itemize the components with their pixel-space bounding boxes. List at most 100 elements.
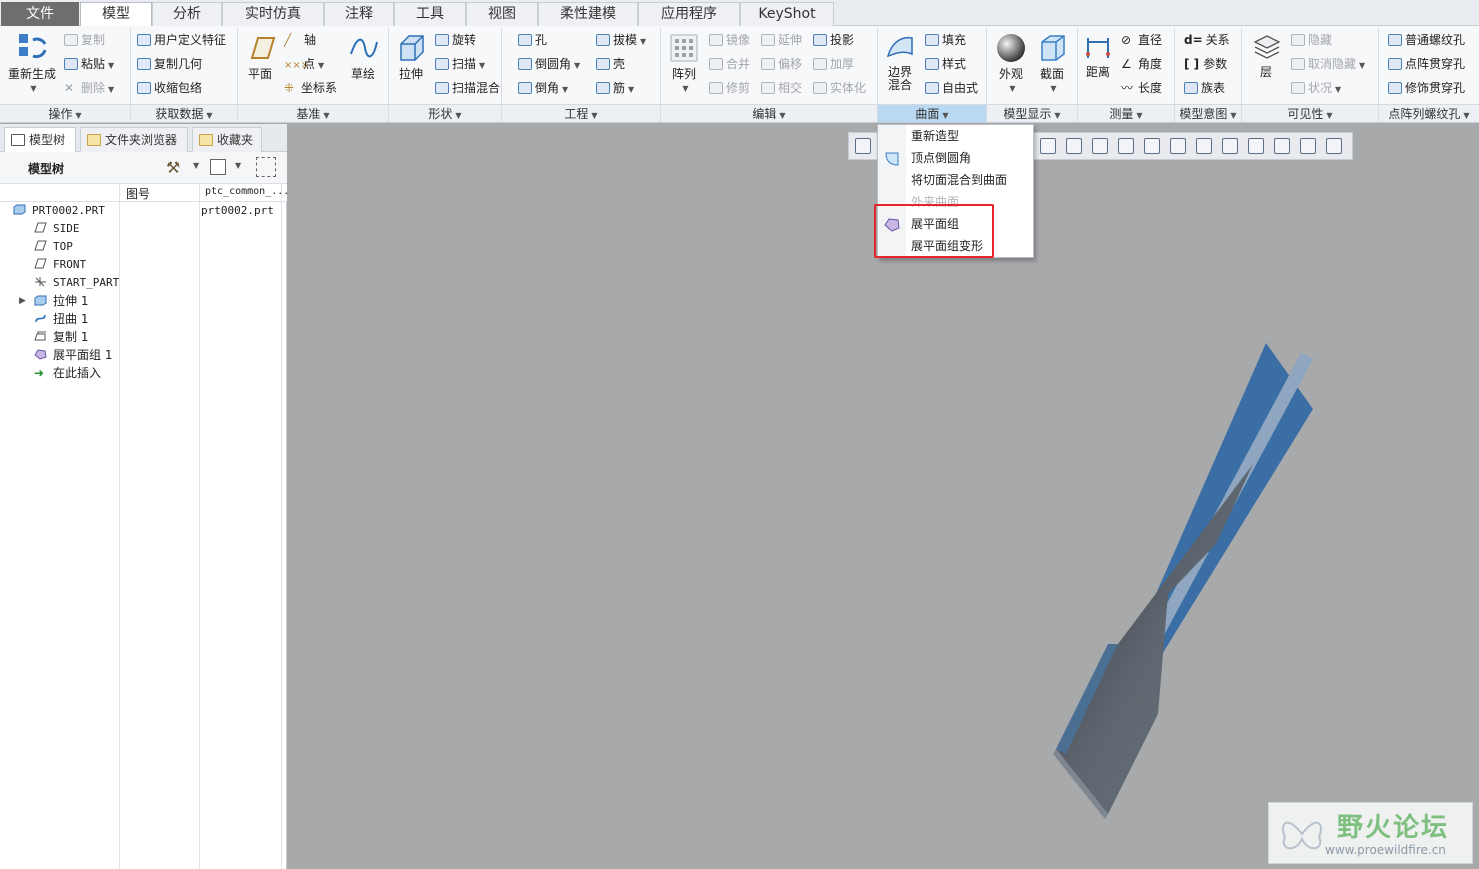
show-dropdown-icon[interactable]: ▼ — [235, 161, 241, 170]
tab-applications[interactable]: 应用程序 — [638, 2, 740, 26]
boundary-blend-button[interactable]: 边界 混合 — [880, 32, 920, 92]
diameter-button[interactable]: ⊘ 直径 — [1121, 31, 1162, 49]
group-label-model-display[interactable]: 模型显示 ▼ — [987, 104, 1077, 122]
shell-button[interactable]: 壳 — [596, 55, 625, 73]
intersect-button[interactable]: 相交 — [761, 79, 802, 97]
menu-item-vertex-round[interactable]: 顶点倒圆角 — [911, 147, 971, 169]
tab-folder-browser[interactable]: 文件夹浏览器 — [80, 127, 188, 152]
refit-icon[interactable] — [855, 138, 871, 154]
appearance-button[interactable]: 外观 ▼ — [992, 32, 1030, 95]
tree-item-flatten-quilt[interactable]: 展平面组 1 — [34, 346, 112, 364]
column-header-ptc-common[interactable]: ptc_common_... — [205, 186, 289, 197]
tree-item-top[interactable]: TOP — [34, 238, 73, 256]
tab-keyshot[interactable]: KeyShot — [740, 2, 834, 26]
paste-button[interactable]: 粘贴 ▼ — [64, 55, 114, 73]
draft-button[interactable]: 拔模 ▼ — [596, 31, 646, 49]
plane-button[interactable]: 平面 — [241, 32, 279, 81]
menu-item-blend-tangent[interactable]: 将切面混合到曲面 — [911, 169, 1007, 191]
hole-button[interactable]: 孔 — [518, 31, 547, 49]
thicken-button[interactable]: 加厚 — [813, 55, 854, 73]
tab-model[interactable]: 模型 — [80, 2, 152, 27]
group-label-surfaces[interactable]: 曲面 ▼ — [878, 104, 986, 122]
show-list-icon[interactable] — [210, 159, 226, 175]
swept-blend-button[interactable]: 扫描混合 — [435, 79, 500, 97]
hide-button[interactable]: 隐藏 — [1291, 31, 1332, 49]
view-manager-icon[interactable] — [1092, 138, 1108, 154]
trim-button[interactable]: 修剪 — [709, 79, 750, 97]
tree-item-side[interactable]: SIDE — [34, 220, 80, 238]
settings-dropdown-icon[interactable]: ▼ — [193, 161, 199, 170]
tab-tools[interactable]: 工具 — [394, 2, 466, 26]
regenerate-button[interactable]: 重新生成▼ — [5, 30, 59, 95]
angle-button[interactable]: ∠ 角度 — [1121, 55, 1162, 73]
tab-flexible-modeling[interactable]: 柔性建模 — [538, 2, 638, 26]
tree-item-insert-here[interactable]: ➜ 在此插入 — [34, 364, 101, 382]
merge-button[interactable]: 合并 — [709, 55, 750, 73]
tree-filter-icon[interactable] — [256, 157, 276, 177]
parameters-button[interactable]: [ ] 参数 — [1184, 55, 1227, 73]
length-button[interactable]: 〰长度 — [1121, 79, 1162, 97]
point-display-icon[interactable] — [1196, 138, 1212, 154]
pattern-button[interactable]: 阵列 ▼ — [664, 32, 704, 95]
tree-item-copy[interactable]: 复制 1 — [34, 328, 88, 346]
sweep-button[interactable]: 扫描 ▼ — [435, 55, 485, 73]
sketch-button[interactable]: 草绘 — [344, 32, 382, 81]
annotation-toggle-icon[interactable] — [1326, 138, 1342, 154]
status-button[interactable]: 状况 ▼ — [1291, 79, 1341, 97]
tab-live-simulation[interactable]: 实时仿真 — [222, 2, 324, 26]
shrinkwrap-button[interactable]: 收缩包络 — [137, 79, 202, 97]
project-button[interactable]: 投影 — [813, 31, 854, 49]
group-label-thread[interactable]: 点阵列螺纹孔 ▼ — [1379, 104, 1479, 122]
plane-display-icon[interactable] — [1118, 138, 1134, 154]
mirror-button[interactable]: 镜像 — [709, 31, 750, 49]
point-thru-hole-button[interactable]: 点阵贯穿孔 — [1388, 55, 1465, 73]
cosmetic-thru-hole-button[interactable]: 修饰贯穿孔 — [1388, 79, 1465, 97]
perspective-icon[interactable] — [1274, 138, 1290, 154]
axis-button[interactable]: ╱ 轴 — [284, 31, 316, 49]
tab-annotate[interactable]: 注释 — [324, 2, 394, 26]
tree-item-warp[interactable]: 扭曲 1 — [34, 310, 88, 328]
column-header-drawing-no[interactable]: 图号 — [126, 185, 150, 202]
group-label-editing[interactable]: 编辑 ▼ — [661, 104, 877, 122]
tree-item-front[interactable]: FRONT — [34, 256, 86, 274]
point-button[interactable]: ×××点 ▼ — [284, 55, 324, 73]
unhide-button[interactable]: 取消隐藏 ▼ — [1291, 55, 1365, 73]
group-label-shapes[interactable]: 形状 ▼ — [389, 104, 501, 122]
csys-button[interactable]: ⁜ 坐标系 — [284, 79, 337, 97]
saved-orientations-icon[interactable] — [1040, 138, 1056, 154]
family-table-button[interactable]: 族表 — [1184, 79, 1225, 97]
rib-button[interactable]: 筋 ▼ — [596, 79, 634, 97]
revolve-button[interactable]: 旋转 — [435, 31, 476, 49]
round-button[interactable]: 倒圆角 ▼ — [518, 55, 580, 73]
spin-center-icon[interactable] — [1248, 138, 1264, 154]
tab-analysis[interactable]: 分析 — [152, 2, 222, 26]
appearance-toggle-icon[interactable] — [1300, 138, 1316, 154]
layer-button[interactable]: 层 — [1248, 32, 1284, 79]
axis-display-icon[interactable] — [1144, 138, 1160, 154]
group-label-engineering[interactable]: 工程 ▼ — [502, 104, 660, 122]
copy-button[interactable]: 复制 — [64, 31, 105, 49]
group-label-measure[interactable]: 测量 ▼ — [1078, 104, 1174, 122]
section-button[interactable]: 截面 ▼ — [1033, 32, 1071, 95]
display-style-icon[interactable] — [1066, 138, 1082, 154]
group-label-model-intent[interactable]: 模型意图 ▼ — [1175, 104, 1241, 122]
offset-button[interactable]: 偏移 — [761, 55, 802, 73]
style-button[interactable]: 样式 — [925, 55, 966, 73]
solidify-button[interactable]: 实体化 — [813, 79, 866, 97]
group-label-get-data[interactable]: 获取数据 ▼ — [131, 104, 237, 122]
normal-thread-hole-button[interactable]: 普通螺纹孔 — [1388, 31, 1465, 49]
menu-item-restyle[interactable]: 重新造型 — [911, 125, 959, 147]
chamfer-button[interactable]: 倒角 ▼ — [518, 79, 568, 97]
group-label-visibility[interactable]: 可见性 ▼ — [1242, 104, 1378, 122]
fill-button[interactable]: 填充 — [925, 31, 966, 49]
group-label-operations[interactable]: 操作 ▼ — [0, 104, 130, 122]
distance-button[interactable]: 距离 — [1080, 32, 1116, 79]
extrude-button[interactable]: 拉伸 — [392, 32, 430, 81]
expand-arrow-icon[interactable]: ▶ — [19, 292, 26, 310]
relations-button[interactable]: d= 关系 — [1184, 31, 1230, 49]
freestyle-button[interactable]: 自由式 — [925, 79, 978, 97]
extend-button[interactable]: 延伸 — [761, 31, 802, 49]
tree-item-root[interactable]: PRT0002.PRT — [13, 202, 105, 220]
copy-geometry-button[interactable]: 复制几何 — [137, 55, 202, 73]
tab-view[interactable]: 视图 — [466, 2, 538, 26]
